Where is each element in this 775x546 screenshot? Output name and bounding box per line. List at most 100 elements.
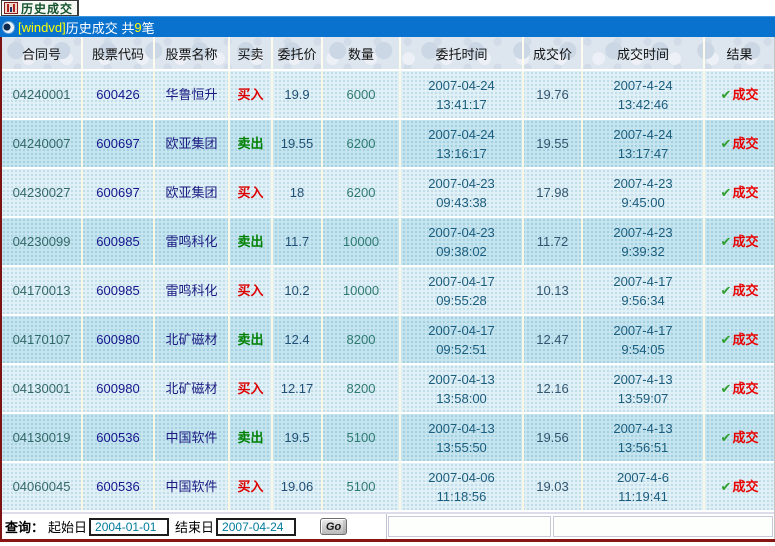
deal-time-cell: 2007-4-1313:56:51 [583, 414, 705, 461]
deal-price-cell: 10.13 [524, 267, 583, 314]
contract-no-cell: 04230099 [2, 218, 83, 265]
stock-name-cell: 华鲁恒升 [155, 71, 230, 118]
table-row[interactable]: 04060045 600536 中国软件 买入 19.06 5100 2007-… [2, 463, 774, 512]
col-header-stock-code: 股票代码 [83, 37, 155, 69]
query-bar: 查询： 起始日 结束日 Go [2, 512, 774, 539]
table-row[interactable]: 04130019 600536 中国软件 卖出 19.5 5100 2007-0… [2, 414, 774, 463]
end-date-label: 结束日 [175, 517, 214, 536]
col-header-side: 买卖 [230, 37, 273, 69]
table-row[interactable]: 04170013 600985 雷鸣科化 买入 10.2 10000 2007-… [2, 267, 774, 316]
tab-history-trades[interactable]: 历史成交 [1, 0, 79, 16]
app-window: 历史成交 [windvd] 历史成交 共 9 笔 合同号 股票代码 股票名称 买… [0, 0, 775, 546]
col-header-deal-time: 成交时间 [583, 37, 705, 69]
order-price-cell: 10.2 [273, 267, 323, 314]
order-time-cell: 2007-04-2413:41:17 [401, 71, 524, 118]
table-body: 04240001 600426 华鲁恒升 买入 19.9 6000 2007-0… [2, 71, 774, 512]
table-row[interactable]: 04170107 600980 北矿磁材 卖出 12.4 8200 2007-0… [2, 316, 774, 365]
side-cell: 卖出 [230, 218, 273, 265]
start-date-input[interactable] [89, 518, 169, 536]
stock-name-cell: 北矿磁材 [155, 316, 230, 363]
check-icon: ✔ [721, 281, 732, 300]
stock-code-cell: 600985 [83, 218, 155, 265]
deal-time-cell: 2007-4-239:39:32 [583, 218, 705, 265]
side-cell: 卖出 [230, 414, 273, 461]
table-row[interactable]: 04240001 600426 华鲁恒升 买入 19.9 6000 2007-0… [2, 71, 774, 120]
quantity-cell: 10000 [323, 218, 401, 265]
end-date-input[interactable] [216, 518, 296, 536]
stock-name-cell: 北矿磁材 [155, 365, 230, 412]
contract-no-cell: 04060045 [2, 463, 83, 510]
check-icon: ✔ [721, 428, 732, 447]
deal-price-cell: 12.47 [524, 316, 583, 363]
check-icon: ✔ [721, 183, 732, 202]
deal-time-cell: 2007-4-239:45:00 [583, 169, 705, 216]
query-label: 查询： [5, 517, 44, 536]
stock-code-cell: 600536 [83, 414, 155, 461]
status-panel-right [553, 516, 773, 537]
stock-code-cell: 600980 [83, 316, 155, 363]
stock-code-cell: 600697 [83, 169, 155, 216]
deal-price-cell: 19.76 [524, 71, 583, 118]
order-time-cell: 2007-04-1313:55:50 [401, 414, 524, 461]
col-header-result: 结果 [705, 37, 774, 69]
query-section: 查询： 起始日 结束日 Go [2, 514, 387, 539]
stock-code-cell: 600980 [83, 365, 155, 412]
deal-price-cell: 17.98 [524, 169, 583, 216]
table-row[interactable]: 04230027 600697 欧亚集团 买入 18 6200 2007-04-… [2, 169, 774, 218]
result-cell: ✔成交 [705, 463, 774, 510]
deal-price-cell: 12.16 [524, 365, 583, 412]
deal-time-cell: 2007-4-611:19:41 [583, 463, 705, 510]
contract-no-cell: 04240007 [2, 120, 83, 167]
col-header-stock-name: 股票名称 [155, 37, 230, 69]
contract-no-cell: 04130001 [2, 365, 83, 412]
order-time-cell: 2007-04-1709:55:28 [401, 267, 524, 314]
go-button[interactable]: Go [320, 518, 347, 535]
order-time-cell: 2007-04-0611:18:56 [401, 463, 524, 510]
table-row[interactable]: 04230099 600985 雷鸣科化 卖出 11.7 10000 2007-… [2, 218, 774, 267]
result-cell: ✔成交 [705, 71, 774, 118]
stock-name-cell: 欧亚集团 [155, 169, 230, 216]
table-row[interactable]: 04240007 600697 欧亚集团 卖出 19.55 6200 2007-… [2, 120, 774, 169]
order-price-cell: 19.9 [273, 71, 323, 118]
record-count: 9 [134, 20, 141, 35]
stock-name-cell: 欧亚集团 [155, 120, 230, 167]
order-price-cell: 19.55 [273, 120, 323, 167]
col-header-order-price: 委托价 [273, 37, 323, 69]
check-icon: ✔ [721, 134, 732, 153]
stock-code-cell: 600697 [83, 120, 155, 167]
order-time-cell: 2007-04-2413:16:17 [401, 120, 524, 167]
stock-code-cell: 600536 [83, 463, 155, 510]
deal-time-cell: 2007-4-1313:59:07 [583, 365, 705, 412]
title-bar: [windvd] 历史成交 共 9 笔 [0, 16, 775, 37]
result-cell: ✔成交 [705, 267, 774, 314]
stock-code-cell: 600985 [83, 267, 155, 314]
quantity-cell: 8200 [323, 316, 401, 363]
side-cell: 卖出 [230, 316, 273, 363]
side-cell: 买入 [230, 71, 273, 118]
deal-price-cell: 19.56 [524, 414, 583, 461]
stock-name-cell: 雷鸣科化 [155, 267, 230, 314]
bottom-divider [0, 539, 775, 542]
start-date-label: 起始日 [48, 517, 87, 536]
table-row[interactable]: 04130001 600980 北矿磁材 买入 12.17 8200 2007-… [2, 365, 774, 414]
order-price-cell: 19.5 [273, 414, 323, 461]
order-time-cell: 2007-04-2309:38:02 [401, 218, 524, 265]
quantity-cell: 6200 [323, 120, 401, 167]
eye-icon [2, 21, 15, 34]
check-icon: ✔ [721, 85, 732, 104]
deal-time-cell: 2007-4-179:56:34 [583, 267, 705, 314]
deal-price-cell: 11.72 [524, 218, 583, 265]
chart-icon [4, 2, 18, 14]
order-time-cell: 2007-04-1709:52:51 [401, 316, 524, 363]
deal-time-cell: 2007-4-2413:42:46 [583, 71, 705, 118]
order-time-cell: 2007-04-2309:43:38 [401, 169, 524, 216]
side-cell: 买入 [230, 463, 273, 510]
order-price-cell: 11.7 [273, 218, 323, 265]
deal-price-cell: 19.03 [524, 463, 583, 510]
check-icon: ✔ [721, 330, 732, 349]
contract-no-cell: 04230027 [2, 169, 83, 216]
stock-name-cell: 雷鸣科化 [155, 218, 230, 265]
quantity-cell: 6000 [323, 71, 401, 118]
result-cell: ✔成交 [705, 365, 774, 412]
title-text: 历史成交 共 [66, 18, 135, 37]
